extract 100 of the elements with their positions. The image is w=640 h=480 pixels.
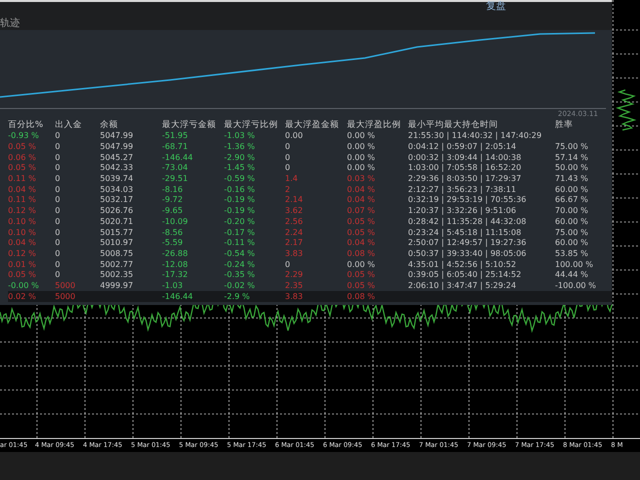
table-cell-text: 1:03:00 | 7:05:58 | 16:52:20 xyxy=(408,163,522,174)
table-cell-text: 60.00 % xyxy=(555,216,590,227)
table-cell-text: -1.03 xyxy=(162,280,184,291)
table-cell-text: 4999.97 xyxy=(100,280,134,291)
table-cell-text: 0 xyxy=(55,248,62,259)
table-cell-text: 0.05 % xyxy=(347,270,376,280)
column-header: 最大浮亏金额 xyxy=(162,119,217,131)
table-cell-text: -0.16 % xyxy=(224,184,256,195)
table-cell-text: 0 xyxy=(55,206,62,216)
table-cell-text: 0.01 % xyxy=(8,260,37,270)
table-cell-text: -0.54 % xyxy=(224,248,256,259)
table-cell-text: 5002.77 xyxy=(100,260,134,270)
table-cell-text: 0.08 % xyxy=(347,292,376,302)
table-cell-text: 0.00 % xyxy=(347,131,376,142)
column-header: 最大浮盈金额 xyxy=(285,119,340,131)
table-cell-text: 0:50:37 | 39:33:40 | 98:05:06 xyxy=(408,248,528,259)
table-cell-text: -0.20 % xyxy=(224,216,256,227)
table-cell-text: -9.65 xyxy=(162,206,184,216)
table-cell-text: 0 xyxy=(285,142,292,152)
replay-button[interactable]: 复盘 xyxy=(486,0,506,13)
table-cell-text: -0.59 % xyxy=(224,174,256,184)
table-cell-text: 2.14 xyxy=(285,195,304,206)
table-cell-text: 5047.99 xyxy=(100,131,134,142)
table-cell-text: 0 xyxy=(285,260,292,270)
table-cell-text: 0.05 % xyxy=(347,216,376,227)
table-cell-text: 0.02 % xyxy=(8,292,37,302)
column-header: 百分比% xyxy=(8,119,44,131)
table-cell-text: 60.00 % xyxy=(555,184,590,195)
table-cell-text: -1.45 % xyxy=(224,163,256,174)
table-cell-text: 0:39:05 | 6:05:40 | 25:14:52 xyxy=(408,270,522,280)
table-cell-text: -2.9 % xyxy=(224,292,251,302)
table-cell-text: 75.00 % xyxy=(555,142,590,152)
column-header: 最小平均最大持仓时间 xyxy=(408,119,499,131)
table-cell-text: 2.24 xyxy=(285,228,304,238)
table-cell-text: 50.00 % xyxy=(555,163,590,174)
table-cell-text: 0.11 % xyxy=(8,195,37,206)
table-cell-text: 0.04 % xyxy=(347,184,376,195)
table-cell-text: -146.44 xyxy=(162,152,194,163)
table-cell-text: 0.00 % xyxy=(347,260,376,270)
table-cell-text: 5045.27 xyxy=(100,152,134,163)
table-cell-text: -100.00 % xyxy=(555,280,598,291)
table-cell-text: 0.04 % xyxy=(8,238,37,248)
table-cell-text: 0 xyxy=(285,163,292,174)
table-cell-text: 2.35 xyxy=(285,280,304,291)
table-cell-text: 0.05 % xyxy=(347,228,376,238)
table-cell-text: 0 xyxy=(55,216,62,227)
table-cell-text: -26.88 xyxy=(162,248,189,259)
column-header: 最大浮亏比例 xyxy=(224,119,279,131)
table-cell-text: 5047.99 xyxy=(100,142,134,152)
table-cell-text: 2.56 xyxy=(285,216,304,227)
table-cell-text: -51.95 xyxy=(162,131,189,142)
table-cell-text: 5000 xyxy=(55,292,76,302)
table-cell-text: 0 xyxy=(55,260,62,270)
table-cell-text: 0:28:42 | 11:35:28 | 44:32:08 xyxy=(408,216,528,227)
table-cell-text: 75.00 % xyxy=(555,228,590,238)
table-cell-text: 3.62 xyxy=(285,206,304,216)
table-cell-text: 53.85 % xyxy=(555,248,590,259)
table-cell-text: 0 xyxy=(55,184,62,195)
table-cell-text: 5032.17 xyxy=(100,195,134,206)
table-cell-text: -29.51 xyxy=(162,174,189,184)
table-cell-text: 0.12 % xyxy=(8,248,37,259)
table-cell-text: 0:23:24 | 5:45:18 | 11:15:08 xyxy=(408,228,522,238)
table-cell-text: 4:35:01 | 4:52:56 | 5:10:52 xyxy=(408,260,518,270)
table-cell-text: 3.83 xyxy=(285,292,304,302)
table-cell-text: 0 xyxy=(55,270,62,280)
table-cell-text: 5020.71 xyxy=(100,216,134,227)
table-cell-text: 5008.75 xyxy=(100,248,134,259)
table-cell-text: 3.83 xyxy=(285,248,304,259)
table-cell-text: 0.00 % xyxy=(347,142,376,152)
table-cell-text: 1:20:37 | 3:32:26 | 9:51:06 xyxy=(408,206,518,216)
table-cell-text: -0.93 % xyxy=(8,131,40,142)
column-header: 胜率 xyxy=(555,119,574,131)
table-cell-text: -0.17 % xyxy=(224,228,256,238)
column-header: 余额 xyxy=(100,119,119,131)
table-cell-text: 0 xyxy=(55,228,62,238)
table-cell-text: -9.72 xyxy=(162,195,184,206)
table-cell-text: -1.03 % xyxy=(224,131,256,142)
table-cell-text: 0 xyxy=(55,131,62,142)
table-cell-text: 2:12:27 | 3:56:23 | 7:38:11 xyxy=(408,184,518,195)
table-cell-text: 0.04 % xyxy=(8,184,37,195)
table-cell-text: -68.71 xyxy=(162,142,189,152)
table-cell-text: -12.08 xyxy=(162,260,189,270)
table-cell-text: 5039.74 xyxy=(100,174,134,184)
table-cell-text: 5002.35 xyxy=(100,270,134,280)
table-cell-text: 0.05 % xyxy=(8,142,37,152)
table-cell-text: 0.00 % xyxy=(347,152,376,163)
table-cell-text: -0.02 % xyxy=(224,280,256,291)
table-cell-text: 5026.76 xyxy=(100,206,134,216)
table-cell-text: -0.00 % xyxy=(8,280,40,291)
table-cell-text: -0.24 % xyxy=(224,260,256,270)
table-cell-text: 2:50:07 | 12:49:57 | 19:27:36 xyxy=(408,238,528,248)
table-cell-text: -1.36 % xyxy=(224,142,256,152)
table-cell-text: 0.05 % xyxy=(347,280,376,291)
table-cell-text: 1.4 xyxy=(285,174,299,184)
table-cell-text: 0 xyxy=(285,152,292,163)
table-cell-text: 66.67 % xyxy=(555,195,590,206)
table-cell-text: 100.00 % xyxy=(555,260,594,270)
table-cell-text: -0.19 % xyxy=(224,195,256,206)
table-cell-text: 21:55:30 | 114:40:32 | 147:40:29 xyxy=(408,131,543,142)
table-cell-text: 5042.33 xyxy=(100,163,134,174)
